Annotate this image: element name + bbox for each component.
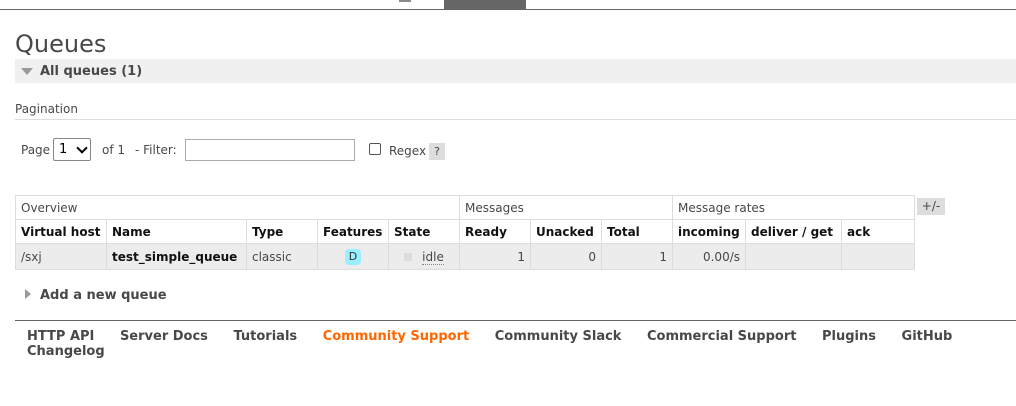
- cell-total: 1: [601, 243, 673, 270]
- triangle-down-icon: [21, 68, 33, 75]
- pagination-heading: Pagination: [15, 102, 78, 116]
- pagination-divider: [15, 119, 1016, 120]
- footer-link-server-docs[interactable]: Server Docs: [120, 329, 208, 344]
- filter-input[interactable]: [185, 139, 355, 161]
- group-messages: Messages: [459, 195, 673, 220]
- all-queues-label: All queues (1): [40, 64, 143, 79]
- cell-deliver-get: [745, 243, 842, 270]
- cell-vhost: /sxj: [15, 243, 107, 270]
- nav-tab-queues-active[interactable]: [444, 0, 526, 10]
- col-ready[interactable]: Ready: [459, 219, 531, 244]
- cell-ready: 1: [459, 243, 531, 270]
- col-name[interactable]: Name: [106, 219, 247, 244]
- add-queue-toggle[interactable]: Add a new queue: [40, 288, 167, 303]
- footer-link-community-support[interactable]: Community Support: [323, 329, 470, 344]
- regex-label: Regex: [389, 144, 427, 158]
- cell-state: idle: [388, 243, 460, 270]
- page-title: Queues: [15, 30, 107, 58]
- col-incoming[interactable]: incoming: [672, 219, 746, 244]
- col-virtual-host[interactable]: Virtual host: [15, 219, 107, 244]
- nav-tab-fragment[interactable]: [399, 0, 411, 2]
- page-count-label: of 1: [102, 143, 126, 157]
- state-label: idle: [422, 249, 444, 265]
- footer-link-tutorials[interactable]: Tutorials: [233, 329, 297, 344]
- footer-link-http-api[interactable]: HTTP API: [27, 329, 94, 344]
- footer-link-commercial-support[interactable]: Commercial Support: [647, 329, 797, 344]
- col-type[interactable]: Type: [246, 219, 318, 244]
- cell-unacked: 0: [530, 243, 602, 270]
- cell-ack: [841, 243, 915, 270]
- cell-features: D: [317, 243, 389, 270]
- table-row[interactable]: /sxj test_simple_queue classic D idle 1 …: [15, 243, 915, 270]
- page-select-value: 1: [59, 142, 68, 157]
- col-features[interactable]: Features: [317, 219, 389, 244]
- table-group-header: Overview Messages Message rates: [15, 195, 915, 220]
- all-queues-section-toggle[interactable]: All queues (1): [15, 59, 1016, 83]
- column-toggle-button[interactable]: +/-: [917, 198, 945, 215]
- col-unacked[interactable]: Unacked: [530, 219, 602, 244]
- col-ack[interactable]: ack: [841, 219, 915, 244]
- footer-divider: [15, 320, 1016, 321]
- table-column-header: Virtual host Name Type Features State Re…: [15, 219, 915, 244]
- col-state[interactable]: State: [388, 219, 460, 244]
- queues-table: Overview Messages Message rates Virtual …: [15, 195, 915, 270]
- group-message-rates: Message rates: [672, 195, 915, 220]
- page-label: Page: [21, 143, 51, 157]
- filter-label: - Filter:: [135, 143, 177, 157]
- page-select[interactable]: 1: [53, 138, 91, 161]
- durable-badge: D: [345, 248, 361, 265]
- cell-incoming: 0.00/s: [672, 243, 746, 270]
- col-deliver-get[interactable]: deliver / get: [745, 219, 842, 244]
- footer-link-github[interactable]: GitHub: [902, 329, 953, 344]
- chevron-down-icon: [76, 142, 88, 154]
- col-total[interactable]: Total: [601, 219, 673, 244]
- triangle-right-icon: [25, 289, 31, 299]
- footer-link-plugins[interactable]: Plugins: [822, 329, 876, 344]
- group-overview: Overview: [15, 195, 460, 220]
- queue-name-link[interactable]: test_simple_queue: [106, 243, 247, 270]
- state-indicator-icon: [404, 253, 413, 261]
- regex-help-button[interactable]: ?: [429, 143, 445, 160]
- cell-type: classic: [246, 243, 318, 270]
- footer-link-changelog[interactable]: Changelog: [27, 344, 105, 359]
- regex-checkbox[interactable]: [369, 143, 381, 155]
- footer-links: HTTP API Server Docs Tutorials Community…: [27, 329, 1016, 359]
- footer-link-community-slack[interactable]: Community Slack: [495, 329, 622, 344]
